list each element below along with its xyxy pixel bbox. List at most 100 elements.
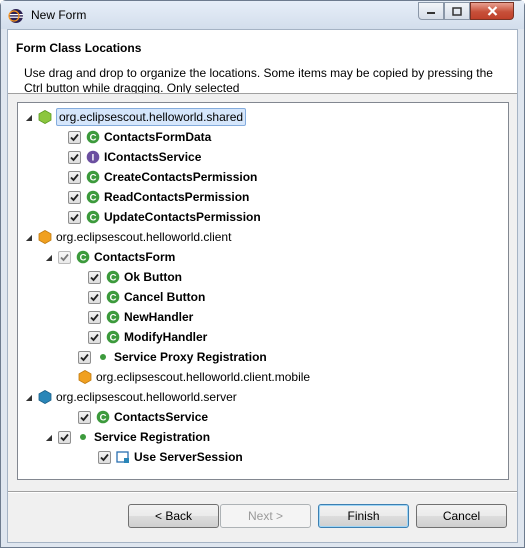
- page-description: Use drag and drop to organize the locati…: [24, 66, 493, 94]
- tree-row[interactable]: C Ok Button: [74, 267, 182, 287]
- tree-checkbox[interactable]: [88, 270, 101, 284]
- tree-row-label: org.eclipsescout.helloworld.client.mobil…: [96, 370, 311, 384]
- close-button[interactable]: [470, 2, 514, 20]
- tree-row[interactable]: ◢ Service Registration: [44, 427, 210, 447]
- tree-checkbox[interactable]: [68, 210, 81, 224]
- tree-row-label: Ok Button: [124, 270, 182, 284]
- form-locations-tree[interactable]: ◢ org.eclipsescout.helloworld.shared C Cont…: [17, 102, 509, 480]
- class-icon: C: [76, 250, 90, 264]
- tree-checkbox[interactable]: [88, 290, 101, 304]
- dialog-client-area: Form Class Locations Use drag and drop t…: [7, 29, 518, 543]
- tree-row-label: org.eclipsescout.helloworld.shared: [56, 108, 247, 126]
- eclipse-icon: [8, 8, 24, 24]
- svg-text:C: C: [110, 333, 117, 344]
- button-bar-separator-highlight: [8, 492, 517, 493]
- server-session-icon: [116, 450, 130, 464]
- tree-row-label: Service Registration: [94, 430, 211, 444]
- new-form-dialog: New Form Form Class Locations Use drag a…: [0, 0, 525, 548]
- svg-text:C: C: [110, 293, 117, 304]
- class-icon: C: [106, 270, 120, 284]
- tree-row[interactable]: Use ServerSession: [84, 447, 243, 467]
- svg-text:C: C: [100, 413, 107, 424]
- finish-button[interactable]: Finish: [318, 504, 409, 528]
- title-bar[interactable]: New Form: [1, 1, 524, 29]
- close-icon: [487, 6, 497, 16]
- tree-row[interactable]: ◢ org.eclipsescout.helloworld.client: [24, 227, 232, 247]
- next-button[interactable]: Next >: [220, 504, 311, 528]
- tree-row-label: ContactsForm: [94, 250, 176, 264]
- expand-triangle-icon[interactable]: ◢: [24, 387, 34, 407]
- tree-row-label: NewHandler: [124, 310, 194, 324]
- tree-row[interactable]: I IContactsService: [54, 147, 201, 167]
- tree-row-label: Cancel Button: [124, 290, 206, 304]
- class-icon: C: [86, 210, 100, 224]
- expand-triangle-icon[interactable]: ◢: [44, 427, 54, 447]
- svg-text:C: C: [90, 173, 97, 184]
- class-icon: C: [86, 130, 100, 144]
- minimize-button[interactable]: [418, 2, 444, 20]
- minimize-icon: [427, 12, 435, 14]
- tree-row[interactable]: org.eclipsescout.helloworld.client.mobil…: [64, 367, 310, 387]
- tree-row[interactable]: C NewHandler: [74, 307, 193, 327]
- tree-row[interactable]: C CreateContactsPermission: [54, 167, 257, 187]
- maximize-button[interactable]: [444, 2, 470, 20]
- svg-text:C: C: [110, 273, 117, 284]
- cancel-button[interactable]: Cancel: [416, 504, 507, 528]
- registration-dot-icon: [96, 350, 110, 364]
- expand-triangle-icon[interactable]: ◢: [24, 107, 34, 127]
- tree-checkbox[interactable]: [68, 190, 81, 204]
- tree-row-label: UpdateContactsPermission: [104, 210, 261, 224]
- tree-checkbox[interactable]: [88, 330, 101, 344]
- class-icon: C: [106, 290, 120, 304]
- client-bundle-icon: [78, 370, 92, 384]
- tree-row-label: org.eclipsescout.helloworld.client: [56, 230, 232, 244]
- tree-row[interactable]: C ModifyHandler: [74, 327, 207, 347]
- back-button[interactable]: < Back: [128, 504, 219, 528]
- tree-row[interactable]: C ContactsService: [64, 407, 208, 427]
- tree-row[interactable]: ◢ org.eclipsescout.helloworld.shared: [24, 107, 247, 127]
- tree-checkbox[interactable]: [58, 430, 71, 444]
- class-icon: C: [86, 190, 100, 204]
- class-icon: C: [106, 310, 120, 324]
- page-title: Form Class Locations: [16, 41, 142, 55]
- svg-text:C: C: [90, 193, 97, 204]
- tree-row-label: ModifyHandler: [124, 330, 208, 344]
- tree-checkbox[interactable]: [58, 250, 71, 264]
- tree-checkbox[interactable]: [78, 350, 91, 364]
- svg-text:C: C: [90, 133, 97, 144]
- tree-row-label: ContactsService: [114, 410, 209, 424]
- expand-triangle-icon[interactable]: ◢: [24, 227, 34, 247]
- class-icon: C: [106, 330, 120, 344]
- tree-row[interactable]: ◢ org.eclipsescout.helloworld.server: [24, 387, 237, 407]
- tree-row[interactable]: C ReadContactsPermission: [54, 187, 249, 207]
- svg-text:C: C: [80, 253, 87, 264]
- wizard-header: Form Class Locations Use drag and drop t…: [8, 30, 517, 94]
- tree-checkbox[interactable]: [68, 130, 81, 144]
- tree-row[interactable]: C Cancel Button: [74, 287, 205, 307]
- class-icon: C: [86, 170, 100, 184]
- tree-checkbox[interactable]: [98, 450, 111, 464]
- window-title: New Form: [31, 8, 87, 22]
- tree-row[interactable]: C UpdateContactsPermission: [54, 207, 261, 227]
- tree-row[interactable]: ◢ C ContactsForm: [44, 247, 175, 267]
- tree-row-label: IContactsService: [104, 150, 202, 164]
- tree-row[interactable]: C ContactsFormData: [54, 127, 211, 147]
- tree-checkbox[interactable]: [88, 310, 101, 324]
- tree-checkbox[interactable]: [68, 170, 81, 184]
- tree-row-label: Use ServerSession: [134, 450, 243, 464]
- tree-checkbox[interactable]: [68, 150, 81, 164]
- tree-checkbox[interactable]: [78, 410, 91, 424]
- tree-row[interactable]: Service Proxy Registration: [64, 347, 267, 367]
- expand-triangle-icon[interactable]: ◢: [44, 247, 54, 267]
